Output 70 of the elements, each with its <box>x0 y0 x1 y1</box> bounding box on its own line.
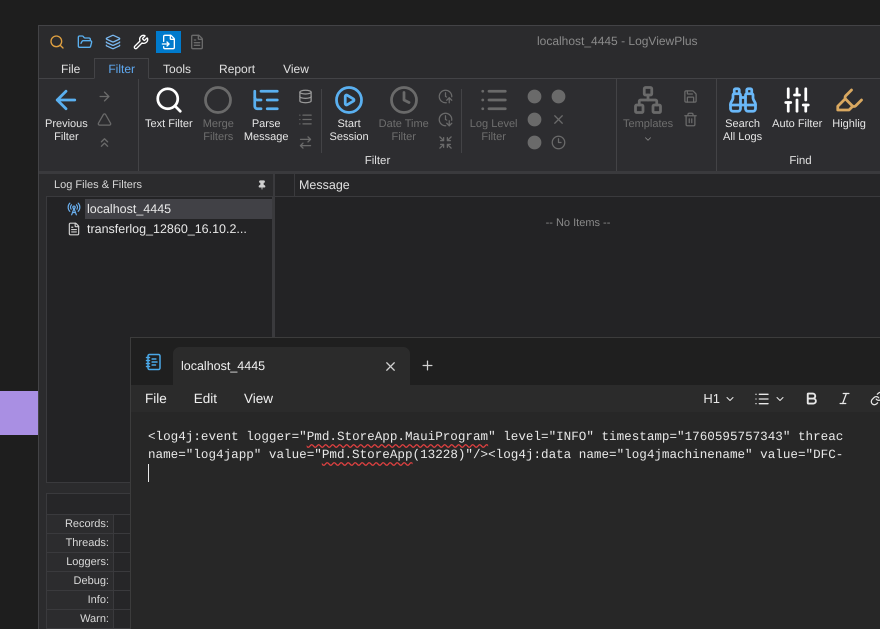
document-icon <box>188 34 204 50</box>
menu-item[interactable]: File <box>145 391 167 406</box>
ribbon-button[interactable]: Auto Filter <box>770 83 824 155</box>
panel-title: Log Files & Filters <box>54 179 142 191</box>
stats-label: Threads: <box>47 534 114 552</box>
arrow-right-icon <box>97 88 112 104</box>
small-ribbon-button[interactable] <box>296 87 315 105</box>
menu-item[interactable]: View <box>244 391 274 406</box>
tree-item[interactable]: transferlog_12860_16.10.2... <box>85 219 272 239</box>
circle-icon <box>527 88 542 104</box>
group-label: Filter <box>364 155 390 169</box>
stats-label: Debug: <box>47 572 114 590</box>
menu-tab[interactable]: Report <box>205 58 270 79</box>
circle-icon <box>527 112 542 126</box>
tree-item[interactable]: localhost_4445 <box>85 199 272 219</box>
stats-label: Warn: <box>47 610 114 628</box>
bold-icon[interactable] <box>804 391 819 406</box>
plus-icon[interactable] <box>420 358 435 373</box>
play-icon <box>334 85 364 115</box>
heading-dropdown[interactable]: H1 <box>703 391 736 406</box>
stats-label: Info: <box>47 591 114 609</box>
folder-icon <box>76 34 92 50</box>
menu-item[interactable]: Edit <box>194 391 218 406</box>
circle-icon <box>527 134 542 150</box>
menu-tab[interactable]: Filter <box>94 58 150 79</box>
arrows-icon <box>298 134 314 150</box>
ribbon-button[interactable]: Search All Logs <box>721 83 764 155</box>
notepad-icon <box>145 353 163 371</box>
stats-label: Loggers: <box>47 553 114 571</box>
editor-tab[interactable]: localhost_4445 <box>173 347 410 385</box>
tree-icon <box>633 85 664 115</box>
list-icon <box>298 112 314 126</box>
italic-icon[interactable] <box>837 391 852 406</box>
menu-tab[interactable]: Tools <box>149 58 206 79</box>
binoculars-icon <box>728 85 758 115</box>
text-line: <log4j:event logger="Pmd.StoreApp.MauiProgram" level="INFO" timestamp="1760595757343" threac <box>148 429 844 446</box>
clock-arrow-icon <box>438 88 454 104</box>
broadcast-icon <box>67 202 81 216</box>
search-icon <box>154 85 184 115</box>
menu-tab[interactable]: View <box>269 58 323 79</box>
menu-tab[interactable]: File <box>47 58 94 79</box>
save-icon <box>682 88 698 104</box>
sliders-icon <box>782 85 812 115</box>
document-icon <box>67 222 81 236</box>
layers-icon <box>104 34 120 50</box>
ribbon-button[interactable]: Text Filter <box>143 83 195 155</box>
document-arrow-icon <box>160 34 176 50</box>
ribbon-button[interactable]: Highlig <box>830 83 868 155</box>
clock-icon <box>388 85 419 115</box>
wrench-icon <box>132 34 148 50</box>
empty-message: -- No Items -- <box>546 217 610 229</box>
triangle-icon <box>97 112 112 126</box>
list-dropdown[interactable] <box>754 390 786 406</box>
text-cursor <box>148 464 149 482</box>
search-icon <box>48 34 64 50</box>
circle-icon <box>551 88 566 104</box>
ribbon-button[interactable]: Previous Filter <box>43 83 90 155</box>
list-icon <box>754 390 770 406</box>
ribbon-button[interactable]: Start Session <box>328 83 371 155</box>
text-line: name="log4japp" value="Pmd.StoreApp(13228)"/><log4j:data name="log4jmachinename" value="DFC- <box>148 447 844 464</box>
pin-icon[interactable] <box>257 180 267 190</box>
ribbon-button[interactable]: Parse Message <box>242 83 291 155</box>
stats-label: Records: <box>47 515 114 533</box>
toolbar-button[interactable] <box>156 30 181 52</box>
window-title: localhost_4445 - LogViewPlus <box>537 34 698 48</box>
trash-icon <box>682 112 698 126</box>
group-label: Find <box>789 155 812 169</box>
clock-arrow-icon <box>438 112 454 126</box>
database-icon <box>298 88 314 104</box>
column-header[interactable]: Message <box>295 174 350 196</box>
